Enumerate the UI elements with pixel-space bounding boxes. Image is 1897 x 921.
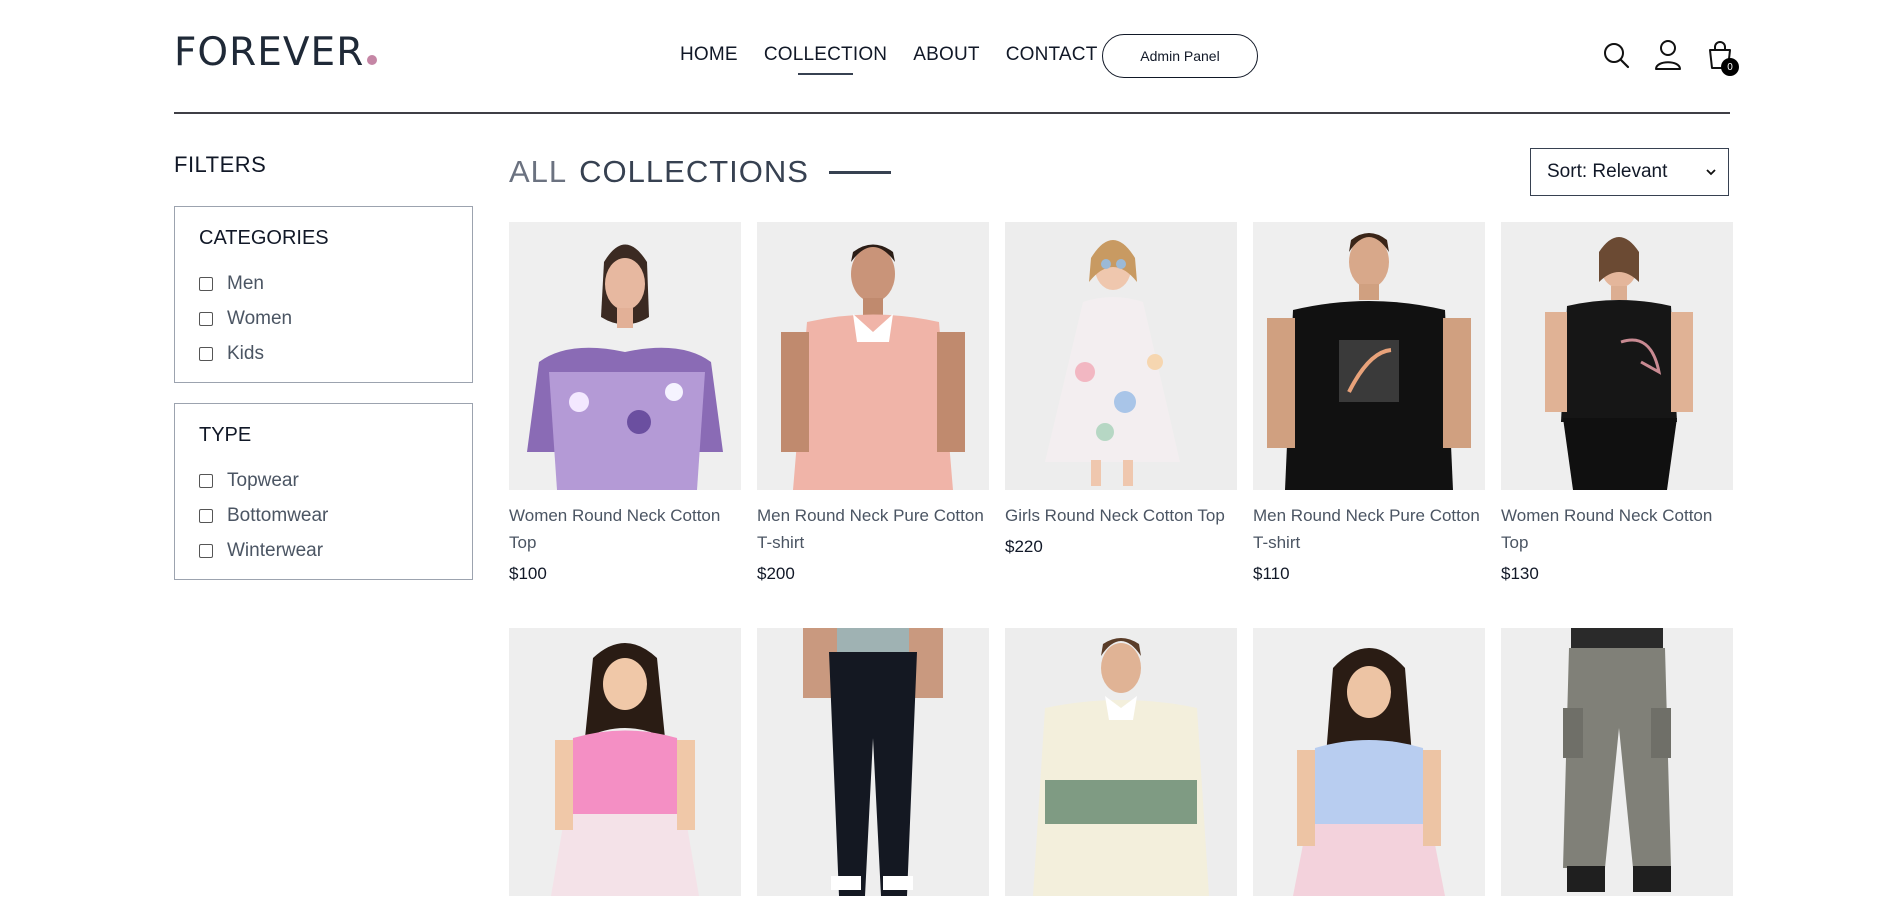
type-filter: TYPE Topwear Bottomwear Winterwear	[174, 403, 473, 580]
categories-heading: CATEGORIES	[199, 227, 329, 249]
filter-label: Women	[227, 307, 293, 329]
logo-dot	[367, 55, 378, 65]
product-card[interactable]: Men Round Neck Pure Cotton T-shirt $110	[1253, 222, 1485, 584]
checkbox[interactable]	[199, 346, 213, 361]
product-price: $110	[1253, 564, 1290, 583]
page: FOREVER HOME COLLECTION ABOUT CONTACT Ad…	[0, 0, 1897, 921]
header: FOREVER HOME COLLECTION ABOUT CONTACT Ad…	[174, 0, 1739, 114]
product-image[interactable]	[1253, 628, 1485, 896]
filters-title[interactable]: FILTERS	[174, 152, 266, 178]
checkbox[interactable]	[199, 311, 213, 326]
product-image[interactable]	[1501, 222, 1733, 490]
nav-contact[interactable]: CONTACT	[1006, 44, 1098, 66]
checkbox[interactable]	[199, 508, 213, 523]
product-image[interactable]	[1005, 628, 1237, 896]
product-price: $220	[1005, 537, 1043, 556]
product-image[interactable]	[509, 628, 741, 896]
product-card[interactable]: Men Round Neck Pure Cotton T-shirt $200	[757, 222, 989, 584]
admin-panel-button[interactable]: Admin Panel	[1102, 34, 1258, 78]
logo-text: FOREVER	[174, 30, 365, 75]
categories-filter: CATEGORIES Men Women Kids	[174, 206, 473, 383]
sort-select[interactable]: Sort: Relevant	[1530, 148, 1729, 196]
title-underline	[828, 170, 891, 174]
product-card[interactable]	[757, 628, 989, 896]
product-name[interactable]: Men Round Neck Pure Cotton T-shirt	[757, 502, 989, 556]
filter-option-men[interactable]: Men	[199, 266, 448, 301]
profile-icon[interactable]	[1653, 38, 1683, 72]
cart-icon[interactable]: 0	[1705, 38, 1739, 76]
product-card[interactable]: Women Round Neck Cotton Top $130	[1501, 222, 1733, 584]
type-heading: TYPE	[199, 424, 252, 446]
nav-home[interactable]: HOME	[680, 44, 738, 66]
checkbox[interactable]	[199, 473, 213, 488]
search-icon[interactable]	[1601, 38, 1631, 72]
title-dark: COLLECTIONS	[579, 154, 809, 189]
product-name[interactable]: Girls Round Neck Cotton Top	[1005, 502, 1237, 529]
chevron-down-icon	[1706, 169, 1716, 176]
checkbox[interactable]	[199, 276, 213, 291]
product-card[interactable]	[1005, 628, 1237, 896]
filter-label: Men	[227, 272, 264, 294]
title-light: ALL	[509, 154, 568, 189]
nav-collection[interactable]: COLLECTION	[764, 44, 887, 75]
filter-option-women[interactable]: Women	[199, 301, 448, 336]
cart-count-badge: 0	[1721, 58, 1739, 76]
product-card[interactable]	[1253, 628, 1485, 896]
product-price: $100	[509, 564, 547, 583]
product-name[interactable]: Women Round Neck Cotton Top	[1501, 502, 1733, 556]
product-image[interactable]	[757, 628, 989, 896]
filter-label: Bottomwear	[227, 504, 329, 526]
nav-about[interactable]: ABOUT	[913, 44, 979, 66]
product-card[interactable]: Women Round Neck Cotton Top $100	[509, 222, 741, 584]
product-card[interactable]	[509, 628, 741, 896]
product-name[interactable]: Men Round Neck Pure Cotton T-shirt	[1253, 502, 1485, 556]
filter-option-topwear[interactable]: Topwear	[199, 463, 448, 498]
product-image[interactable]	[1253, 222, 1485, 490]
sort-value: Sort: Relevant	[1547, 161, 1668, 182]
product-image[interactable]	[509, 222, 741, 490]
header-icons: 0	[1601, 38, 1739, 76]
filter-option-bottomwear[interactable]: Bottomwear	[199, 498, 448, 533]
product-name[interactable]: Women Round Neck Cotton Top	[509, 502, 741, 556]
filter-label: Topwear	[227, 469, 299, 491]
filter-label: Kids	[227, 342, 264, 364]
logo[interactable]: FOREVER	[174, 30, 378, 75]
product-image[interactable]	[1501, 628, 1733, 896]
product-card[interactable]	[1501, 628, 1733, 896]
product-card[interactable]: Girls Round Neck Cotton Top $220	[1005, 222, 1237, 557]
filter-option-kids[interactable]: Kids	[199, 336, 448, 371]
filter-label: Winterwear	[227, 539, 324, 561]
checkbox[interactable]	[199, 543, 213, 558]
product-image[interactable]	[757, 222, 989, 490]
product-price: $200	[757, 564, 795, 583]
filter-option-winterwear[interactable]: Winterwear	[199, 533, 448, 568]
product-price: $130	[1501, 564, 1539, 583]
main-nav: HOME COLLECTION ABOUT CONTACT	[680, 44, 1098, 75]
product-image[interactable]	[1005, 222, 1237, 490]
page-title: ALL COLLECTIONS	[509, 154, 891, 190]
